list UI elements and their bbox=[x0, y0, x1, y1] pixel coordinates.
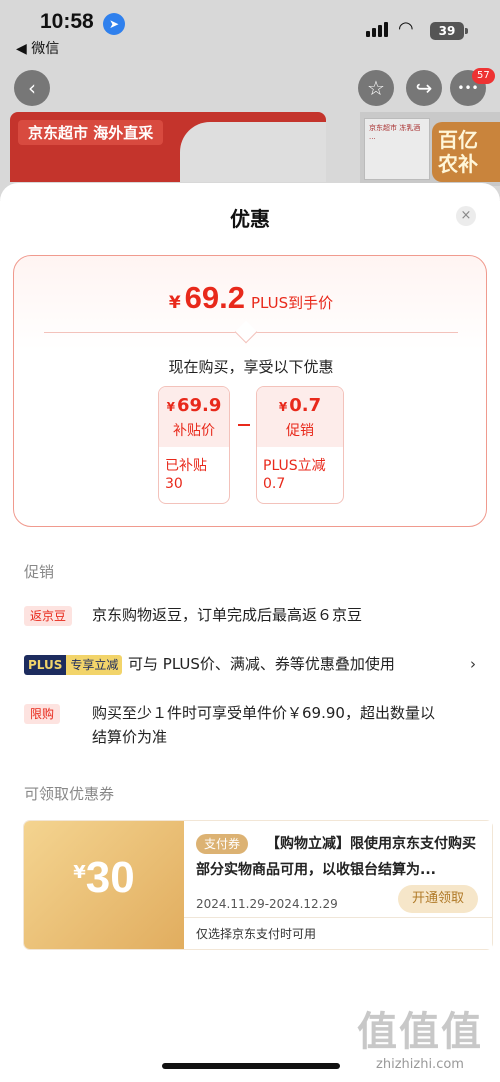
promo-plus[interactable]: PLUS 专享立减 可与 PLUS价、满减、券等优惠叠加使用 › bbox=[24, 652, 484, 676]
banner-title: 京东超市 海外直采 bbox=[18, 120, 164, 145]
product-banner: 京东超市 海外直采 bbox=[10, 112, 326, 182]
notification-badge: 57 bbox=[472, 68, 495, 84]
final-price-label: PLUS到手价 bbox=[251, 294, 334, 312]
open-claim-button[interactable]: 开通领取 bbox=[398, 885, 478, 913]
location-arrow-icon: ➤ bbox=[103, 13, 125, 35]
clock: 10:58 bbox=[40, 10, 94, 33]
status-bar: 10:58 ➤ ◀ 微信 ◠ 39 bbox=[0, 0, 500, 60]
limit-tag: 限购 bbox=[24, 703, 61, 724]
close-icon[interactable]: × bbox=[456, 206, 476, 226]
coupon-card: ¥30 【购物立减】限使用京东支付购买部分实物商品可用，以收银台结算为... 支… bbox=[24, 821, 492, 949]
background-app: 10:58 ➤ ◀ 微信 ◠ 39 ‹ ☆ ↪ ••• 57 京东超市 海外直采… bbox=[0, 0, 500, 200]
discount-sheet: 优惠 × ¥69.2 PLUS到手价 现在购买，享受以下优惠 ¥69.9 补贴价 … bbox=[0, 183, 500, 1082]
back-to-wechat-link[interactable]: ◀ 微信 bbox=[16, 38, 59, 58]
product-thumbnail: 京东超市 冻乳酒 ... 百亿农补 bbox=[360, 112, 500, 186]
star-icon[interactable]: ☆ bbox=[358, 70, 394, 106]
home-indicator[interactable] bbox=[162, 1063, 340, 1069]
promo-jingdou: 返京豆 京东购物返豆，订单完成后最高返６京豆 bbox=[24, 603, 484, 627]
product-image: 京东超市 冻乳酒 ... bbox=[364, 118, 430, 180]
coupon-type-tag: 支付券 bbox=[196, 834, 249, 854]
minus-sign bbox=[238, 424, 250, 426]
chevron-right-icon[interactable]: › bbox=[470, 652, 476, 676]
price-summary-card: ¥69.2 PLUS到手价 现在购买，享受以下优惠 ¥69.9 补贴价 已补贴 3… bbox=[13, 255, 487, 527]
share-icon[interactable]: ↪ bbox=[406, 70, 442, 106]
jingdou-tag: 返京豆 bbox=[24, 605, 73, 626]
back-icon[interactable]: ‹ bbox=[14, 70, 50, 106]
watermark: 值值值 zhizhizhi.com bbox=[357, 1009, 483, 1072]
promotion-chip: ¥0.7 促销 PLUS立减 0.7 bbox=[256, 386, 344, 504]
coupon-amount: ¥30 bbox=[24, 821, 184, 949]
plus-tag: PLUS 专享立减 bbox=[24, 654, 123, 675]
final-price: ¥69.2 PLUS到手价 bbox=[168, 280, 334, 315]
discount-intro: 现在购买，享受以下优惠 bbox=[168, 358, 334, 376]
final-price-value: 69.2 bbox=[184, 280, 246, 315]
coupon-section-label: 可领取优惠券 bbox=[24, 785, 115, 803]
coupon-note: 仅选择京东支付时可用 bbox=[196, 927, 317, 941]
subsidy-price-chip: ¥69.9 补贴价 已补贴 30 bbox=[158, 386, 230, 504]
promo-limit: 限购 购买至少１件时可享受单件价￥69.90，超出数量以 结算价为准 bbox=[24, 701, 484, 746]
sheet-title: 优惠 bbox=[230, 207, 270, 231]
battery-icon: 39 bbox=[430, 22, 468, 40]
promo-badge: 百亿农补 bbox=[432, 122, 500, 182]
promo-section-label: 促销 bbox=[24, 563, 55, 581]
cellular-signal-icon bbox=[366, 22, 388, 37]
wifi-icon: ◠ bbox=[398, 18, 414, 39]
coupon-date: 2024.11.29-2024.12.29 bbox=[196, 897, 338, 911]
